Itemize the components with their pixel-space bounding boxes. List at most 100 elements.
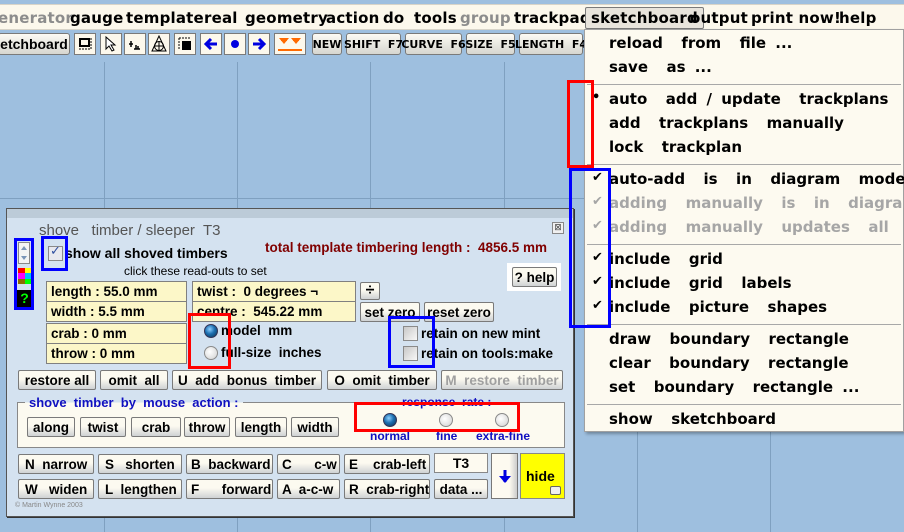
menu-auto-add-update[interactable]: auto add / update trackplans xyxy=(609,90,888,108)
help-button[interactable]: ? help xyxy=(512,267,557,287)
copyright: © Martin Wynne 2003 xyxy=(15,502,83,509)
align-icon[interactable] xyxy=(124,33,146,55)
backward-button[interactable]: B backward xyxy=(186,454,273,474)
menu-show-sketchboard[interactable]: show sketchboard xyxy=(609,410,776,428)
omit-all-button[interactable]: omit all xyxy=(100,370,168,390)
menu-clear-boundary[interactable]: clear boundary rectangle xyxy=(609,354,849,372)
menu-real[interactable]: real xyxy=(204,9,238,27)
shorten-button[interactable]: S shorten xyxy=(98,454,182,474)
dialog-title-bar[interactable] xyxy=(7,209,573,218)
menu-separator xyxy=(587,164,901,165)
menu-separator xyxy=(587,244,901,245)
data-button[interactable]: data ... xyxy=(434,479,488,499)
close-icon[interactable]: ⊠ xyxy=(552,222,564,234)
shift-f7-button[interactable]: SHIFT F7 xyxy=(344,33,403,55)
narrow-button[interactable]: N narrow xyxy=(18,454,94,474)
menu-add-trackplans-manually[interactable]: add trackplans manually xyxy=(609,114,844,132)
arrow-down-button[interactable] xyxy=(491,453,518,499)
arrow-left-icon[interactable] xyxy=(200,33,222,55)
mouse-throw-button[interactable]: throw xyxy=(184,417,230,437)
menu-separator xyxy=(587,84,901,85)
menu-separator xyxy=(587,404,901,405)
click-hint: click these read-outs to set xyxy=(124,264,267,278)
menu-include-picture-shapes[interactable]: include picture shapes xyxy=(609,298,827,316)
circle-cross-icon[interactable] xyxy=(148,33,170,55)
restore-timber-button[interactable]: M restore timber xyxy=(441,370,563,390)
crab-right-button[interactable]: R crab-right xyxy=(344,479,430,499)
menu-help[interactable]: help xyxy=(839,9,877,27)
menu-save-as[interactable]: save as ... xyxy=(609,58,712,76)
show-all-shoved-label[interactable]: show all shoved timbers xyxy=(65,245,228,261)
lengthen-button[interactable]: L lengthen xyxy=(98,479,182,499)
annotation-red-box xyxy=(188,313,231,369)
double-down-icon[interactable] xyxy=(274,33,306,55)
mouse-along-button[interactable]: along xyxy=(27,417,75,437)
hide-button[interactable]: hide xyxy=(520,453,565,499)
fill-rect-icon[interactable] xyxy=(174,33,196,55)
dot-icon[interactable] xyxy=(224,33,246,55)
acw-button[interactable]: A a-c-w xyxy=(277,479,340,499)
menu-sketchboard[interactable]: sketchboard xyxy=(585,7,704,29)
menu-include-grid-labels[interactable]: include grid labels xyxy=(609,274,792,292)
arrow-right-icon[interactable] xyxy=(248,33,270,55)
omit-timber-button[interactable]: O omit timber xyxy=(327,370,437,390)
curve-f6-button[interactable]: CURVE F6 xyxy=(401,33,466,55)
menu-generator[interactable]: enerator xyxy=(0,9,73,27)
mouse-length-button[interactable]: length xyxy=(235,417,287,437)
menu-set-boundary[interactable]: set boundary rectangle ... xyxy=(609,378,859,396)
menu-reload-from-file[interactable]: reload from file ... xyxy=(609,34,792,52)
throw-readout[interactable]: throw : 0 mm xyxy=(46,343,187,364)
sketchboard-toolbar-button[interactable]: etchboard xyxy=(0,33,70,55)
size-f5-button[interactable]: SIZE F5 xyxy=(465,33,516,55)
select-rectangle-icon[interactable] xyxy=(74,33,96,55)
timber-id-display: T3 xyxy=(434,453,488,473)
add-bonus-timber-button[interactable]: U add bonus timber xyxy=(172,370,322,390)
crab-left-button[interactable]: E crab-left xyxy=(344,454,430,474)
crab-readout[interactable]: crab : 0 mm xyxy=(46,323,187,344)
hide-toggle-icon xyxy=(550,486,561,495)
cw-button[interactable]: C c-w xyxy=(277,454,340,474)
full-size-inches-label[interactable]: full-size inches xyxy=(221,345,322,360)
annotation-blue-box xyxy=(14,238,34,310)
annotation-blue-box xyxy=(569,168,611,328)
menu-adding-manually-updates[interactable]: adding manually updates all items xyxy=(609,218,904,236)
menu-template[interactable]: template xyxy=(126,9,204,27)
forward-button[interactable]: F forward xyxy=(186,479,273,499)
length-f4-button[interactable]: LENGTH F4 xyxy=(515,33,587,55)
menu-adding-manually-diagram-mode[interactable]: adding manually is in diagram mode xyxy=(609,194,904,212)
total-timbering-length: total template timbering length : 4856.5… xyxy=(265,240,548,255)
menu-trackpad[interactable]: trackpad xyxy=(514,9,591,27)
mouse-width-button[interactable]: width xyxy=(291,417,339,437)
annotation-blue-box xyxy=(41,236,68,271)
menubar: enerator gauge template real geometry ac… xyxy=(0,4,904,30)
hide-label: hide xyxy=(526,468,555,484)
menu-include-grid[interactable]: include grid xyxy=(609,250,723,268)
menu-geometry[interactable]: geometry xyxy=(245,9,328,27)
menu-separator xyxy=(587,324,901,325)
menu-draw-boundary[interactable]: draw boundary rectangle xyxy=(609,330,849,348)
retain-new-mint-label[interactable]: retain on new mint xyxy=(421,326,540,341)
menu-auto-add-diagram-mode[interactable]: auto-add is in diagram mode xyxy=(609,170,904,188)
width-readout[interactable]: width : 5.5 mm xyxy=(46,301,187,322)
pointer-icon[interactable] xyxy=(100,33,122,55)
menu-gauge[interactable]: gauge xyxy=(70,9,123,27)
twist-readout[interactable]: twist : 0 degrees ¬ xyxy=(192,281,356,302)
mouse-twist-button[interactable]: twist xyxy=(80,417,126,437)
annotation-blue-box xyxy=(388,316,435,368)
new-button[interactable]: NEW xyxy=(312,33,342,55)
menu-lock-trackplan[interactable]: lock trackplan xyxy=(609,138,742,156)
mouse-crab-button[interactable]: crab xyxy=(131,417,181,437)
menu-do[interactable]: do xyxy=(383,9,404,27)
menu-action[interactable]: action xyxy=(326,9,380,27)
divide-button[interactable]: ÷ xyxy=(360,282,380,300)
widen-button[interactable]: W widen xyxy=(18,479,94,499)
model-mm-label[interactable]: model mm xyxy=(221,323,292,338)
restore-all-button[interactable]: restore all xyxy=(18,370,96,390)
menu-tools[interactable]: tools xyxy=(414,9,457,27)
menu-print-now[interactable]: print now! xyxy=(751,9,841,27)
menu-group[interactable]: group xyxy=(460,9,511,27)
menu-output[interactable]: output xyxy=(690,9,748,27)
shove-timber-dialog: shove timber / sleeper T3 ⊠ ? ✓ show all… xyxy=(6,208,574,517)
length-readout[interactable]: length : 55.0 mm xyxy=(46,281,187,302)
retain-tools-make-label[interactable]: retain on tools:make xyxy=(421,346,553,361)
